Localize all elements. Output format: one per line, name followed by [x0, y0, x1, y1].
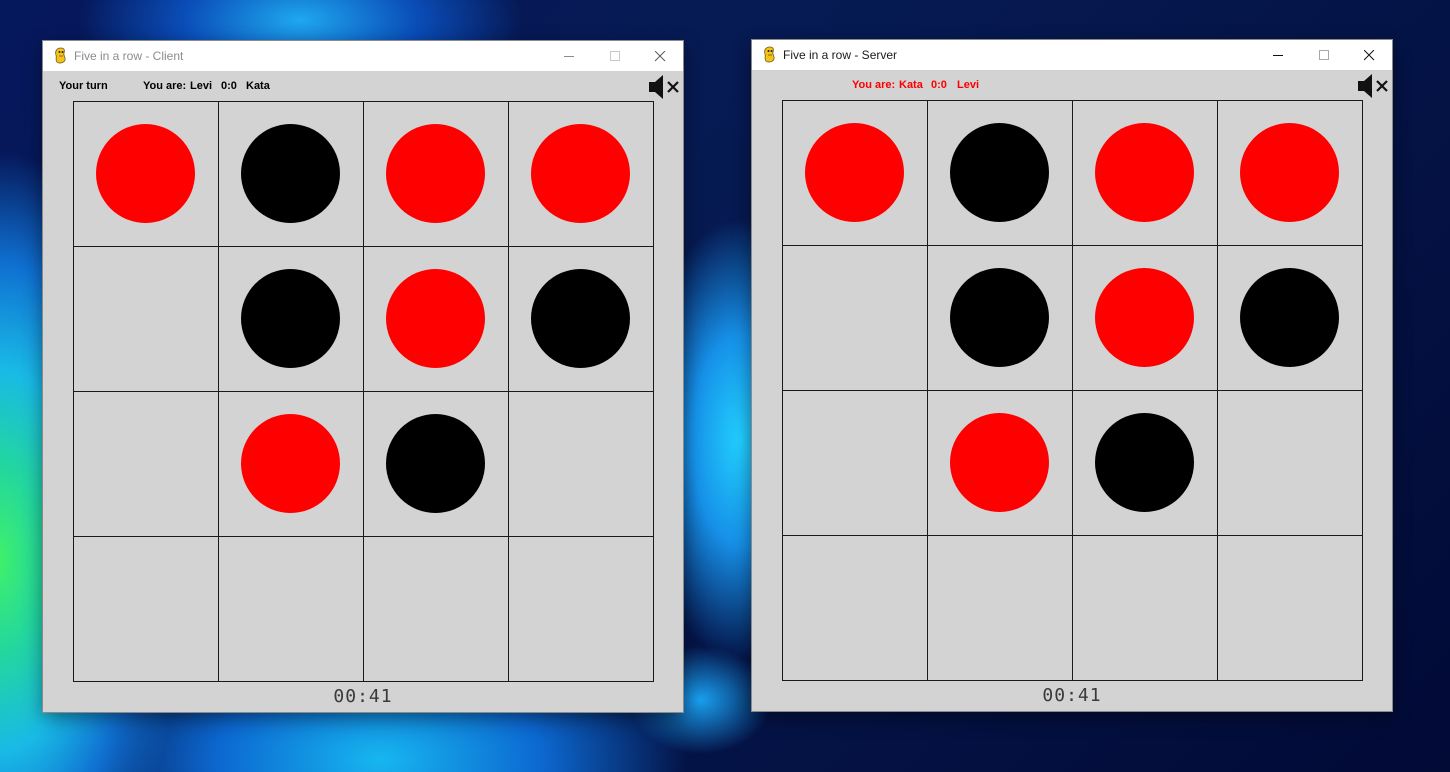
black-piece — [241, 269, 340, 368]
board-cell-r4-c4[interactable] — [1218, 536, 1363, 681]
board-cell-r2-c1[interactable] — [783, 246, 928, 391]
score: 0:0 — [221, 80, 237, 92]
board-cell-r2-c2[interactable] — [928, 246, 1073, 391]
red-piece — [531, 124, 630, 223]
board-cell-r3-c2[interactable] — [928, 391, 1073, 536]
maximize-icon — [1319, 50, 1329, 60]
black-piece — [531, 269, 630, 368]
board-cell-r4-c1[interactable] — [74, 537, 219, 682]
board-cell-r3-c3[interactable] — [364, 392, 509, 537]
board-cell-r1-c4[interactable] — [1218, 101, 1363, 246]
board-cell-r1-c1[interactable] — [74, 102, 219, 247]
board-cell-r1-c3[interactable] — [364, 102, 509, 247]
black-piece — [1240, 268, 1339, 367]
speaker-muted-icon[interactable] — [1358, 72, 1392, 100]
board-cell-r4-c2[interactable] — [219, 537, 364, 682]
player-self-name: Levi — [190, 80, 213, 92]
player-opponent-name: Levi — [957, 79, 980, 91]
turn-status: Your turn — [59, 80, 108, 92]
minimize-button[interactable] — [1255, 40, 1301, 70]
black-piece — [386, 414, 485, 513]
maximize-button[interactable] — [592, 41, 638, 71]
score: 0:0 — [931, 79, 947, 91]
game-timer: 00:41 — [1042, 685, 1102, 706]
pygame-snake-icon — [764, 46, 775, 63]
client-titlebar[interactable]: Five in a row - Client — [43, 41, 683, 71]
minimize-icon — [1273, 55, 1283, 56]
board-cell-r2-c4[interactable] — [1218, 246, 1363, 391]
red-piece — [1095, 268, 1194, 367]
red-piece — [1240, 123, 1339, 222]
red-piece — [96, 124, 195, 223]
maximize-icon — [610, 51, 620, 61]
board-cell-r4-c4[interactable] — [509, 537, 654, 682]
board-cell-r4-c3[interactable] — [1073, 536, 1218, 681]
you-are-label: You are: — [852, 79, 896, 91]
maximize-button[interactable] — [1301, 40, 1347, 70]
you-are-label: You are: — [143, 80, 187, 92]
board-cell-r2-c2[interactable] — [219, 247, 364, 392]
game-board[interactable] — [782, 100, 1363, 681]
red-piece — [386, 269, 485, 368]
black-piece — [950, 268, 1049, 367]
board-cell-r3-c3[interactable] — [1073, 391, 1218, 536]
pygame-snake-icon — [55, 47, 66, 64]
close-button[interactable] — [637, 41, 683, 71]
board-cell-r2-c1[interactable] — [74, 247, 219, 392]
board-cell-r3-c1[interactable] — [783, 391, 928, 536]
board-cell-r1-c1[interactable] — [783, 101, 928, 246]
close-icon — [1364, 50, 1375, 61]
board-cell-r1-c3[interactable] — [1073, 101, 1218, 246]
board-cell-r2-c3[interactable] — [364, 247, 509, 392]
board-cell-r1-c2[interactable] — [219, 102, 364, 247]
player-self-name: Kata — [899, 79, 923, 91]
black-piece — [241, 124, 340, 223]
board-cell-r3-c1[interactable] — [74, 392, 219, 537]
board-cell-r3-c4[interactable] — [1218, 391, 1363, 536]
player-opponent-name: Kata — [246, 80, 270, 92]
black-piece — [950, 123, 1049, 222]
server-window: Five in a row - Server You are: Kata 0:0… — [752, 40, 1392, 711]
red-piece — [241, 414, 340, 513]
close-button[interactable] — [1346, 40, 1392, 70]
board-cell-r1-c2[interactable] — [928, 101, 1073, 246]
board-cell-r2-c4[interactable] — [509, 247, 654, 392]
server-titlebar[interactable]: Five in a row - Server — [752, 40, 1392, 70]
board-cell-r4-c3[interactable] — [364, 537, 509, 682]
speaker-muted-icon[interactable] — [649, 73, 683, 101]
black-piece — [1095, 413, 1194, 512]
red-piece — [950, 413, 1049, 512]
window-title: Five in a row - Server — [783, 48, 898, 62]
red-piece — [1095, 123, 1194, 222]
window-title: Five in a row - Client — [74, 49, 184, 63]
minimize-button[interactable] — [546, 41, 592, 71]
board-cell-r4-c1[interactable] — [783, 536, 928, 681]
game-timer: 00:41 — [333, 686, 393, 707]
board-cell-r4-c2[interactable] — [928, 536, 1073, 681]
minimize-icon — [564, 56, 574, 57]
game-board[interactable] — [73, 101, 654, 682]
red-piece — [386, 124, 485, 223]
red-piece — [805, 123, 904, 222]
client-window: Five in a row - Client Your turn You are… — [43, 41, 683, 712]
close-icon — [655, 51, 666, 62]
board-cell-r3-c4[interactable] — [509, 392, 654, 537]
board-cell-r3-c2[interactable] — [219, 392, 364, 537]
board-cell-r2-c3[interactable] — [1073, 246, 1218, 391]
board-cell-r1-c4[interactable] — [509, 102, 654, 247]
